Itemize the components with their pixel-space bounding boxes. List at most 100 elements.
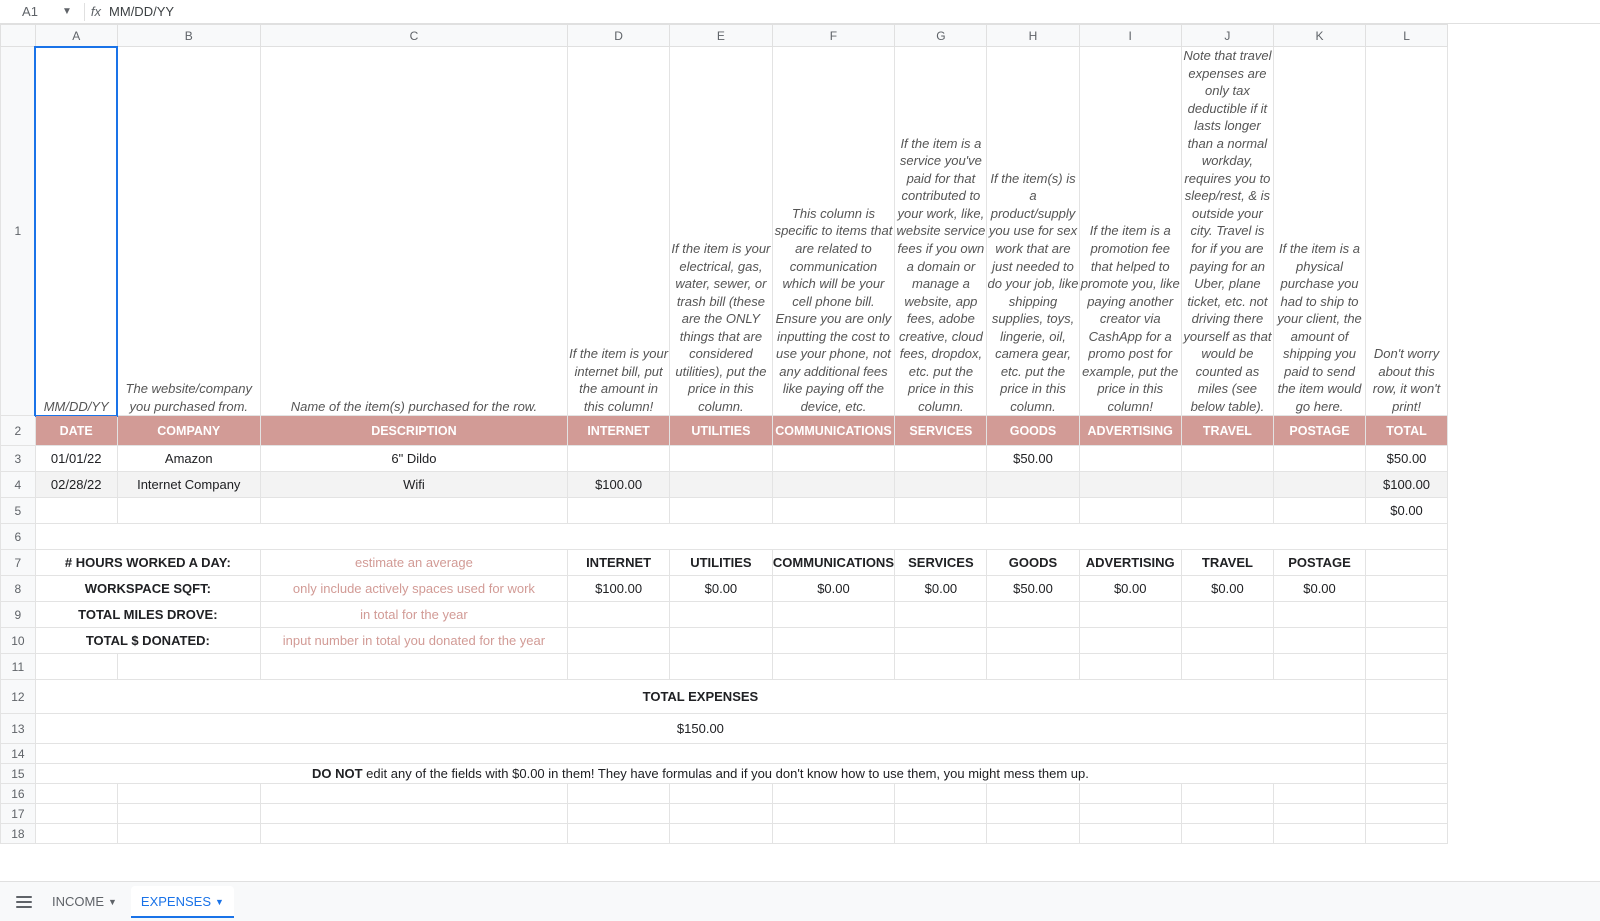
cell-K17[interactable] — [1273, 804, 1365, 824]
col-header-H[interactable]: H — [987, 25, 1079, 47]
total-expenses-title[interactable]: TOTAL EXPENSES — [35, 680, 1365, 714]
cell-I18[interactable] — [1079, 824, 1181, 844]
cell-G10[interactable] — [895, 628, 987, 654]
cell-J3[interactable] — [1181, 446, 1273, 472]
cell-E9[interactable] — [670, 602, 772, 628]
cell-A4[interactable]: 02/28/22 — [35, 472, 117, 498]
spreadsheet-grid[interactable]: A B C D E F G H I J K L 1 MM/DD/YY The w… — [0, 24, 1600, 881]
cell-G1[interactable]: If the item is a service you've paid for… — [895, 47, 987, 416]
cell-I17[interactable] — [1079, 804, 1181, 824]
cell-L9[interactable] — [1366, 602, 1448, 628]
cell-J18[interactable] — [1181, 824, 1273, 844]
formula-input[interactable] — [107, 3, 1596, 20]
cell-F10[interactable] — [772, 628, 895, 654]
cell-G5[interactable] — [895, 498, 987, 524]
cell-D16[interactable] — [567, 784, 669, 804]
cell-H4[interactable] — [987, 472, 1079, 498]
cell-F16[interactable] — [772, 784, 895, 804]
subhead-postage[interactable]: POSTAGE — [1273, 550, 1365, 576]
cell-J1[interactable]: Note that travel expenses are only tax d… — [1181, 47, 1273, 416]
col-header-D[interactable]: D — [567, 25, 669, 47]
row-header-16[interactable]: 16 — [1, 784, 36, 804]
cell-F11[interactable] — [772, 654, 895, 680]
cell-E18[interactable] — [670, 824, 772, 844]
cell-L17[interactable] — [1366, 804, 1448, 824]
cell-A11[interactable] — [35, 654, 117, 680]
hint-sqft[interactable]: only include actively spaces used for wo… — [260, 576, 567, 602]
cell-F18[interactable] — [772, 824, 895, 844]
cell-L12[interactable] — [1366, 680, 1448, 714]
subhead-communications[interactable]: COMMUNICATIONS — [772, 550, 895, 576]
cell-A17[interactable] — [35, 804, 117, 824]
cell-I5[interactable] — [1079, 498, 1181, 524]
col-header-J[interactable]: J — [1181, 25, 1273, 47]
cell-A1[interactable]: MM/DD/YY — [35, 47, 117, 416]
header-date[interactable]: DATE — [35, 416, 117, 446]
row-header-10[interactable]: 10 — [1, 628, 36, 654]
cell-E5[interactable] — [670, 498, 772, 524]
cell-E11[interactable] — [670, 654, 772, 680]
cell-H16[interactable] — [987, 784, 1079, 804]
cell-C5[interactable] — [260, 498, 567, 524]
col-header-K[interactable]: K — [1273, 25, 1365, 47]
cell-B5[interactable] — [117, 498, 260, 524]
cell-F1[interactable]: This column is specific to items that ar… — [772, 47, 895, 416]
cell-F3[interactable] — [772, 446, 895, 472]
cell-A6[interactable] — [35, 524, 1447, 550]
cell-A18[interactable] — [35, 824, 117, 844]
header-internet[interactable]: INTERNET — [567, 416, 669, 446]
row-header-12[interactable]: 12 — [1, 680, 36, 714]
header-company[interactable]: COMPANY — [117, 416, 260, 446]
cell-L1[interactable]: Don't worry about this row, it won't pri… — [1366, 47, 1448, 416]
row-header-7[interactable]: 7 — [1, 550, 36, 576]
total-expenses-amount[interactable]: $150.00 — [35, 714, 1365, 744]
row-header-5[interactable]: 5 — [1, 498, 36, 524]
cell-D11[interactable] — [567, 654, 669, 680]
cell-J17[interactable] — [1181, 804, 1273, 824]
subtotal-services[interactable]: $0.00 — [895, 576, 987, 602]
cell-B4[interactable]: Internet Company — [117, 472, 260, 498]
header-postage[interactable]: POSTAGE — [1273, 416, 1365, 446]
cell-E16[interactable] — [670, 784, 772, 804]
hint-hours[interactable]: estimate an average — [260, 550, 567, 576]
cell-A14[interactable] — [35, 744, 1365, 764]
cell-K10[interactable] — [1273, 628, 1365, 654]
cell-J9[interactable] — [1181, 602, 1273, 628]
subtotal-postage[interactable]: $0.00 — [1273, 576, 1365, 602]
cell-C4[interactable]: Wifi — [260, 472, 567, 498]
tab-expenses[interactable]: EXPENSES ▼ — [131, 886, 234, 918]
header-travel[interactable]: TRAVEL — [1181, 416, 1273, 446]
cell-B11[interactable] — [117, 654, 260, 680]
label-sqft[interactable]: WORKSPACE SQFT: — [35, 576, 260, 602]
cell-G9[interactable] — [895, 602, 987, 628]
cell-H9[interactable] — [987, 602, 1079, 628]
cell-I10[interactable] — [1079, 628, 1181, 654]
col-header-E[interactable]: E — [670, 25, 772, 47]
header-utilities[interactable]: UTILITIES — [670, 416, 772, 446]
cell-H11[interactable] — [987, 654, 1079, 680]
cell-L14[interactable] — [1366, 744, 1448, 764]
cell-G17[interactable] — [895, 804, 987, 824]
header-description[interactable]: DESCRIPTION — [260, 416, 567, 446]
cell-C1[interactable]: Name of the item(s) purchased for the ro… — [260, 47, 567, 416]
cell-K11[interactable] — [1273, 654, 1365, 680]
cell-F4[interactable] — [772, 472, 895, 498]
subtotal-internet[interactable]: $100.00 — [567, 576, 669, 602]
cell-H17[interactable] — [987, 804, 1079, 824]
row-header-13[interactable]: 13 — [1, 714, 36, 744]
cell-A3[interactable]: 01/01/22 — [35, 446, 117, 472]
hint-donated[interactable]: input number in total you donated for th… — [260, 628, 567, 654]
cell-J4[interactable] — [1181, 472, 1273, 498]
cell-E4[interactable] — [670, 472, 772, 498]
col-header-B[interactable]: B — [117, 25, 260, 47]
subtotal-utilities[interactable]: $0.00 — [670, 576, 772, 602]
cell-A16[interactable] — [35, 784, 117, 804]
cell-G16[interactable] — [895, 784, 987, 804]
cell-G3[interactable] — [895, 446, 987, 472]
row-header-17[interactable]: 17 — [1, 804, 36, 824]
cell-H18[interactable] — [987, 824, 1079, 844]
cell-D9[interactable] — [567, 602, 669, 628]
cell-E3[interactable] — [670, 446, 772, 472]
cell-I16[interactable] — [1079, 784, 1181, 804]
cell-D5[interactable] — [567, 498, 669, 524]
